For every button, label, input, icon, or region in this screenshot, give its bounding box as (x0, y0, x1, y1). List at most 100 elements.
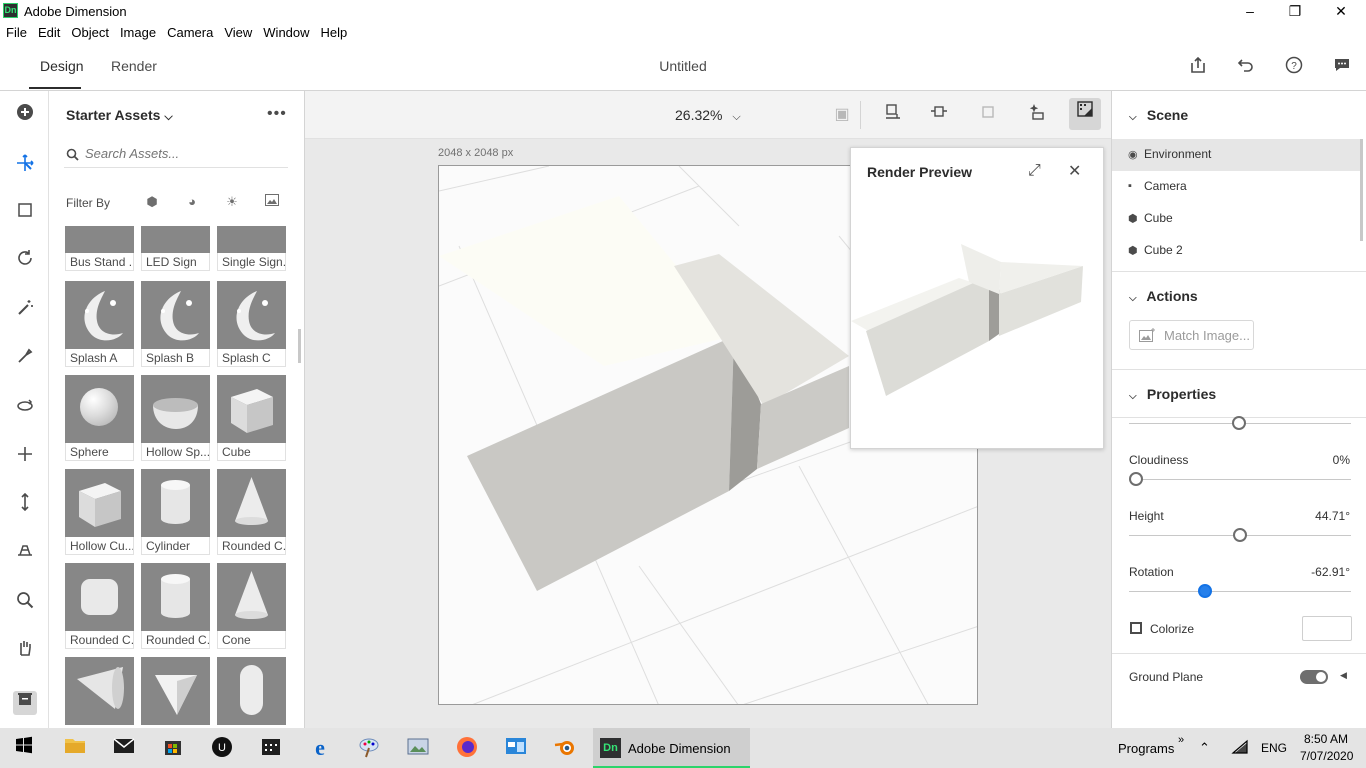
asset-tile[interactable]: Single Sign... (217, 226, 286, 271)
rotation-slider-knob[interactable] (1197, 584, 1212, 598)
menu-image[interactable]: Image (114, 22, 161, 40)
cloudiness-slider-knob[interactable] (1129, 472, 1143, 486)
programs-toolbar[interactable]: Programs (1118, 741, 1174, 756)
show-hidden-icons-icon[interactable]: ⌃ (1199, 740, 1210, 756)
scene-item[interactable]: ◉ Environment (1112, 139, 1360, 171)
restore-icon[interactable]: ❐ (1272, 0, 1318, 22)
asset-tile[interactable]: Hollow Sp... (141, 375, 210, 461)
expand-left-icon[interactable]: ◀ (1340, 670, 1347, 681)
minimize-icon[interactable]: – (1227, 0, 1273, 22)
wifi-icon[interactable] (1231, 739, 1249, 758)
drop-to-ground-icon[interactable] (881, 103, 905, 127)
colorize-checkbox[interactable] (1130, 622, 1142, 634)
search-field[interactable] (64, 144, 288, 168)
assets-title[interactable]: Starter Assets ⌵ (66, 107, 173, 124)
asset-tile[interactable]: Rounded C... (141, 563, 210, 649)
menu-view[interactable]: View (218, 22, 257, 40)
add-icon[interactable] (13, 103, 37, 127)
image-viewer-icon[interactable] (406, 736, 430, 760)
magic-wand-icon[interactable] (13, 299, 37, 323)
close-preview-icon[interactable]: ✕ (1068, 161, 1081, 181)
render-preview-toggle-icon[interactable] (1069, 98, 1101, 130)
asset-tile[interactable]: Splash C (217, 281, 286, 367)
cloudiness-slider-track[interactable] (1129, 479, 1351, 480)
store-icon[interactable] (161, 736, 185, 760)
scene-item[interactable]: ⬢ Cube (1112, 203, 1360, 235)
slider-knob[interactable] (1232, 416, 1246, 430)
asset-tile[interactable]: Sphere (65, 375, 134, 461)
asset-tile[interactable]: Splash B (141, 281, 210, 367)
colorize-color-swatch[interactable] (1302, 616, 1352, 641)
help-icon[interactable]: ? (1283, 56, 1305, 78)
select-icon[interactable] (13, 154, 37, 178)
orbit-icon[interactable] (13, 249, 37, 273)
ground-plane-toggle[interactable] (1300, 670, 1328, 684)
calendar-icon[interactable] (259, 736, 283, 760)
filter-models-icon[interactable]: ⬢ (144, 194, 160, 210)
group-icon[interactable] (976, 103, 1000, 127)
scene-item[interactable]: ▪ Camera (1112, 171, 1360, 203)
asset-tile[interactable] (141, 657, 210, 728)
height-slider-knob[interactable] (1233, 528, 1247, 542)
effects-icon[interactable] (1025, 103, 1049, 127)
scene-item[interactable]: ⬢ Cube 2 (1112, 235, 1360, 267)
rotation-slider-track[interactable] (1129, 591, 1351, 592)
asset-tile[interactable] (65, 657, 134, 728)
asset-tile[interactable]: Cube (217, 375, 286, 461)
asset-tile[interactable]: Hollow Cu... (65, 469, 134, 555)
search-input[interactable] (85, 146, 280, 161)
rotation-value[interactable]: -62.91° (1311, 565, 1350, 579)
menu-camera[interactable]: Camera (161, 22, 218, 40)
feedback-icon[interactable] (1331, 56, 1353, 78)
pan-icon[interactable] (13, 639, 37, 663)
menu-edit[interactable]: Edit (32, 22, 65, 40)
file-explorer-icon[interactable] (63, 736, 87, 760)
library-icon[interactable] (13, 691, 37, 715)
clock-date[interactable]: 7/07/2020 (1300, 749, 1353, 763)
filter-lights-icon[interactable]: ☀ (224, 194, 240, 210)
menu-file[interactable]: File (0, 22, 32, 40)
blender-icon[interactable] (553, 736, 577, 760)
scene-scrollbar[interactable] (1360, 139, 1363, 241)
asset-tile[interactable] (217, 657, 286, 728)
mail-icon[interactable] (112, 736, 136, 760)
zoom-icon[interactable] (13, 591, 37, 615)
app-window-icon[interactable] (504, 736, 528, 760)
firefox-icon[interactable] (455, 736, 479, 760)
rotate-icon[interactable] (13, 397, 37, 421)
filter-materials-icon[interactable]: ◕ (184, 194, 200, 210)
height-value[interactable]: 44.71° (1315, 509, 1350, 523)
menu-object[interactable]: Object (65, 22, 114, 40)
menu-help[interactable]: Help (315, 22, 353, 40)
language-indicator[interactable]: ENG (1261, 741, 1287, 755)
align-icon[interactable] (927, 103, 951, 127)
asset-tile[interactable]: Cone (217, 563, 286, 649)
more-options-icon[interactable]: ••• (267, 105, 287, 123)
asset-tile[interactable]: Rounded C... (217, 469, 286, 555)
paint-icon[interactable] (357, 736, 381, 760)
menu-window[interactable]: Window (257, 22, 314, 40)
scene-section-header[interactable]: ⌵ Scene (1129, 107, 1188, 123)
asset-tile[interactable]: Splash A (65, 281, 134, 367)
share-icon[interactable] (1187, 56, 1209, 78)
asset-tile[interactable]: Rounded C... (65, 563, 134, 649)
taskbar-adobe-dimension[interactable]: Dn Adobe Dimension (593, 728, 750, 768)
clock-time[interactable]: 8:50 AM (1304, 732, 1348, 746)
frame-icon[interactable]: ▣ (830, 103, 854, 127)
undo-icon[interactable] (1235, 56, 1257, 78)
match-image-button[interactable]: Match Image... (1129, 320, 1254, 350)
scale-icon[interactable] (13, 492, 37, 517)
asset-tile[interactable]: Cylinder (141, 469, 210, 555)
asset-tile[interactable]: LED Sign (141, 226, 210, 271)
marquee-icon[interactable] (13, 201, 37, 225)
assets-scrollbar[interactable] (298, 329, 301, 363)
unreal-engine-icon[interactable]: U (210, 736, 234, 760)
edge-icon[interactable]: e (308, 735, 332, 760)
windows-start-icon[interactable] (12, 736, 36, 760)
double-chevron-icon[interactable]: » (1178, 734, 1184, 746)
filter-images-icon[interactable] (264, 194, 280, 210)
properties-section-header[interactable]: ⌵ Properties (1129, 386, 1216, 402)
zoom-level[interactable]: 26.32% ⌵ (675, 107, 741, 124)
close-icon[interactable]: ✕ (1318, 0, 1364, 22)
move-icon[interactable] (13, 445, 37, 469)
